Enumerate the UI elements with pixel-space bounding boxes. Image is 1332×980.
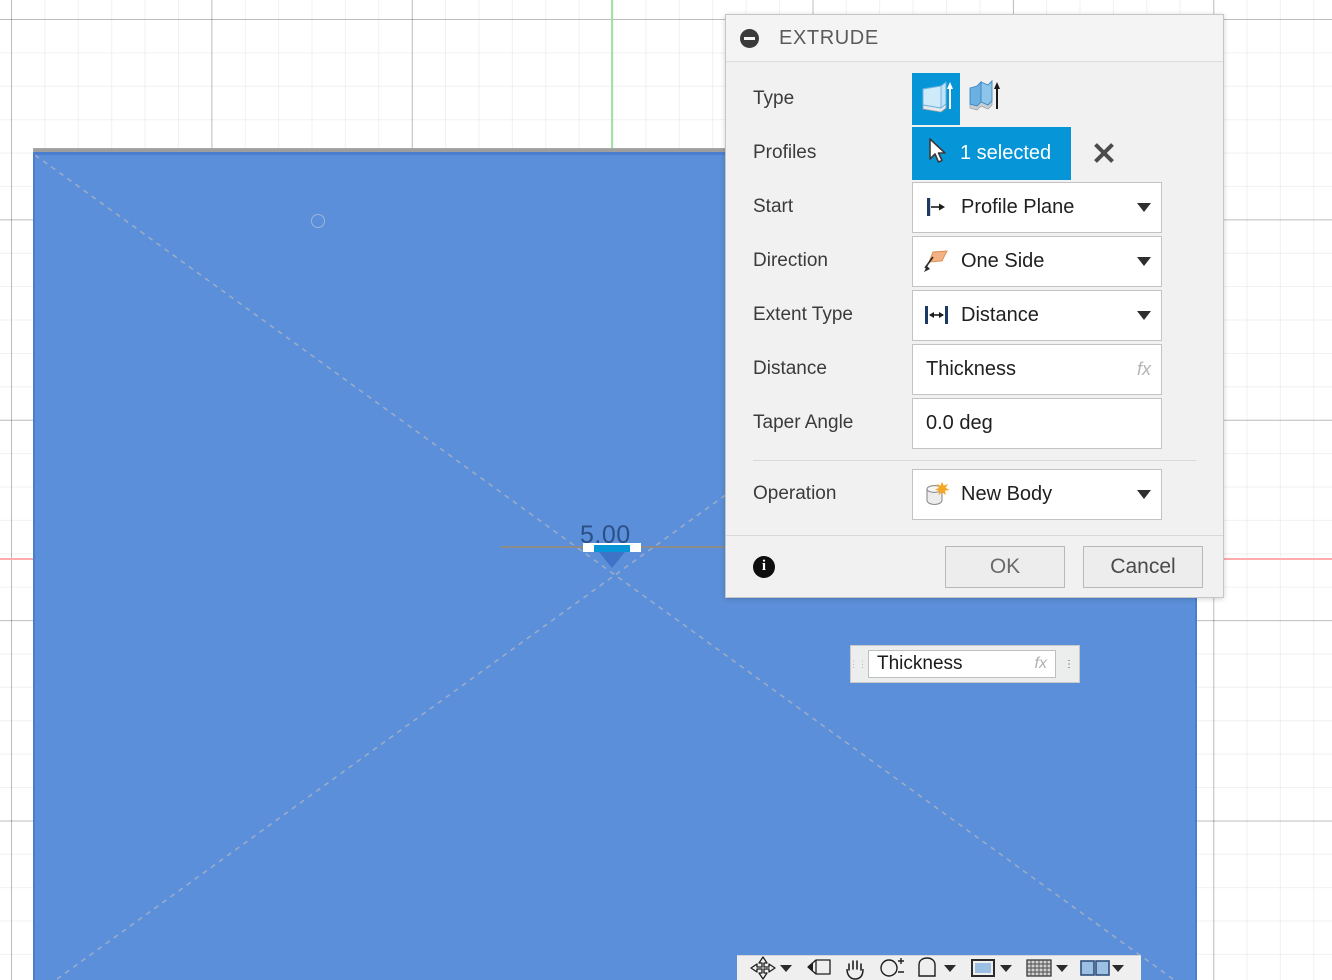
collapse-icon[interactable] bbox=[740, 28, 759, 48]
dialog-body: Type Profiles 1 selected Start Profile P… bbox=[726, 62, 1223, 535]
dialog-title: EXTRUDE bbox=[779, 26, 879, 49]
chevron-down-icon[interactable] bbox=[1137, 310, 1151, 320]
navbar-item-look-at[interactable] bbox=[801, 956, 837, 980]
grid-icon[interactable] bbox=[1024, 956, 1054, 980]
extrude-dialog[interactable]: EXTRUDE Type Profiles 1 selected Start P… bbox=[725, 14, 1224, 598]
pan-icon[interactable] bbox=[840, 956, 870, 980]
chevron-down-icon[interactable] bbox=[1056, 964, 1068, 972]
zoom-icon[interactable] bbox=[876, 956, 906, 980]
row-label-taper-angle: Taper Angle bbox=[753, 412, 854, 433]
type-option-profile-extrude[interactable] bbox=[912, 73, 960, 125]
row-start: Start Profile Plane bbox=[726, 180, 1223, 234]
row-label-type: Type bbox=[753, 88, 795, 109]
chevron-down-icon[interactable] bbox=[1137, 489, 1151, 499]
sketch-point-circle[interactable] bbox=[311, 214, 325, 228]
drag-grip-icon[interactable]: ⋮⋮ bbox=[849, 646, 867, 682]
fusion-app-window: 5.00 ⋮⋮ Thickness fx ⋮ EXTRUDE Type Prof… bbox=[0, 0, 1332, 980]
start-value: Profile Plane bbox=[961, 195, 1075, 218]
profiles-selection-text: 1 selected bbox=[960, 141, 1052, 164]
extent-type-dropdown[interactable]: Distance bbox=[912, 289, 1162, 341]
direction-value: One Side bbox=[961, 249, 1045, 272]
row-label-profiles: Profiles bbox=[753, 142, 817, 163]
start-dropdown[interactable]: Profile Plane bbox=[912, 181, 1162, 233]
canvas-distance-field[interactable]: Thickness fx bbox=[868, 650, 1056, 678]
type-option-group[interactable] bbox=[912, 73, 1008, 125]
direction-dropdown[interactable]: One Side bbox=[912, 235, 1162, 287]
distance-icon bbox=[922, 300, 952, 330]
row-label-extent-type: Extent Type bbox=[753, 304, 853, 325]
distance-input[interactable]: Thickness fx bbox=[912, 343, 1162, 395]
row-taper-angle: Taper Angle 0.0 deg bbox=[726, 396, 1223, 450]
extrude-manipulator-handle[interactable] bbox=[594, 545, 630, 552]
row-direction: Direction One Side bbox=[726, 234, 1223, 288]
row-extent-type: Extent Type Distance bbox=[726, 288, 1223, 342]
row-label-distance: Distance bbox=[753, 358, 827, 379]
extent-type-value: Distance bbox=[961, 303, 1039, 326]
chevron-down-icon[interactable] bbox=[944, 964, 956, 972]
navbar-item-pan[interactable] bbox=[837, 956, 873, 980]
thin-extrude-icon bbox=[966, 79, 1002, 120]
row-label-start: Start bbox=[753, 196, 794, 217]
extrude-manipulator-arrow[interactable] bbox=[599, 552, 625, 568]
dialog-header[interactable]: EXTRUDE bbox=[726, 15, 1223, 62]
cancel-button[interactable]: Cancel bbox=[1083, 545, 1203, 588]
navbar-item-grid-snaps[interactable] bbox=[1021, 956, 1077, 980]
display-settings-icon[interactable] bbox=[968, 956, 998, 980]
fit-icon[interactable] bbox=[912, 956, 942, 980]
chevron-down-icon[interactable] bbox=[780, 964, 792, 972]
row-operation: Operation New Body bbox=[726, 467, 1223, 521]
close-x-icon[interactable] bbox=[1089, 138, 1119, 168]
look-at-icon[interactable] bbox=[804, 956, 834, 980]
chevron-down-icon[interactable] bbox=[1137, 202, 1151, 212]
chevron-down-icon[interactable] bbox=[1112, 964, 1124, 972]
taper-angle-input[interactable]: 0.0 deg bbox=[912, 397, 1162, 449]
one-side-icon bbox=[922, 246, 952, 276]
chevron-down-icon[interactable] bbox=[1137, 256, 1151, 266]
ok-button[interactable]: OK bbox=[945, 545, 1065, 588]
view-navigation-bar[interactable] bbox=[737, 955, 1141, 980]
chevron-down-icon[interactable] bbox=[1000, 964, 1012, 972]
navbar-item-viewports[interactable] bbox=[1077, 956, 1133, 980]
dialog-footer: i OK Cancel bbox=[726, 535, 1223, 597]
operation-dropdown[interactable]: New Body bbox=[912, 468, 1162, 520]
taper-angle-value: 0.0 deg bbox=[926, 411, 993, 434]
profiles-control[interactable]: 1 selected bbox=[912, 126, 1119, 180]
profile-plane-icon bbox=[922, 192, 952, 222]
viewports-icon[interactable] bbox=[1080, 956, 1110, 980]
row-label-operation: Operation bbox=[753, 483, 837, 504]
section-divider bbox=[753, 460, 1196, 461]
navbar-item-zoom[interactable] bbox=[873, 956, 909, 980]
profiles-selection-chip[interactable]: 1 selected bbox=[912, 126, 1072, 180]
distance-value: Thickness bbox=[926, 357, 1017, 380]
new-body-icon bbox=[922, 479, 952, 509]
row-distance: Distance Thickness fx bbox=[726, 342, 1223, 396]
navbar-item-fit[interactable] bbox=[909, 956, 965, 980]
select-cursor-icon bbox=[926, 137, 950, 170]
canvas-input-menu-icon[interactable]: ⋮ bbox=[1059, 646, 1079, 682]
orbit-icon[interactable] bbox=[748, 956, 778, 980]
canvas-distance-input-box[interactable]: ⋮⋮ Thickness fx ⋮ bbox=[849, 645, 1080, 683]
fx-icon[interactable]: fx bbox=[1137, 359, 1151, 380]
row-profiles: Profiles 1 selected bbox=[726, 126, 1223, 180]
info-icon[interactable]: i bbox=[753, 555, 775, 578]
row-type: Type bbox=[726, 72, 1223, 126]
navbar-item-display-settings[interactable] bbox=[965, 956, 1021, 980]
canvas-distance-value: Thickness bbox=[877, 653, 963, 674]
fx-icon[interactable]: fx bbox=[1035, 655, 1047, 673]
row-label-direction: Direction bbox=[753, 250, 828, 271]
type-option-thin-extrude[interactable] bbox=[960, 73, 1008, 125]
navbar-item-orbit[interactable] bbox=[745, 956, 801, 980]
operation-value: New Body bbox=[961, 482, 1053, 505]
solid-extrude-icon bbox=[918, 79, 954, 120]
